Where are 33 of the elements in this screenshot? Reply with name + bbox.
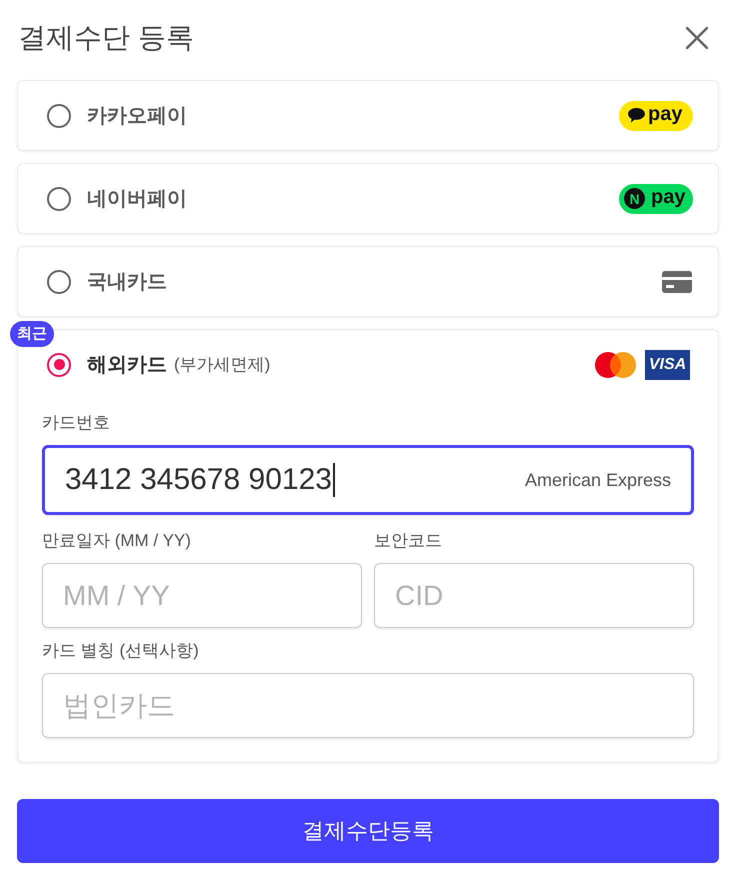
field-label: 카드 별칭 (선택사항) (42, 640, 199, 662)
security-code-input[interactable]: CID (374, 563, 694, 628)
logo-text: pay (648, 104, 682, 127)
field-label: 카드번호 (42, 412, 110, 434)
method-label: 국내카드 (87, 270, 167, 295)
logo-text: pay (651, 187, 686, 210)
radio-button[interactable] (47, 352, 71, 376)
radio-button[interactable] (47, 186, 71, 210)
overlapping-circles-icon (595, 352, 636, 378)
credit-card-icon (662, 270, 692, 292)
dialog-title: 결제수단 등록 (18, 21, 194, 55)
card-brand-label: American Express (524, 470, 671, 490)
logo-letter: N (624, 188, 645, 209)
recent-badge: 최근 (10, 321, 54, 347)
card-nickname-input[interactable]: 법인카드 (42, 673, 694, 738)
method-label: 네이버페이 (87, 187, 187, 212)
method-note: (부가세면제) (174, 354, 270, 376)
radio-button[interactable] (47, 104, 71, 128)
field-label: 만료일자 (MM / YY) (42, 530, 191, 552)
text-cursor-icon (332, 463, 335, 497)
payment-method-card[interactable]: 카카오페이 pay (17, 80, 719, 151)
field-label: 보안코드 (374, 530, 442, 552)
card-number-field[interactable]: 3412 345678 90123 American Express (42, 445, 694, 515)
speech-bubble-icon (628, 108, 645, 123)
radio-button[interactable] (47, 270, 71, 294)
card-brand-logo: VISA (645, 350, 690, 380)
close-icon[interactable] (686, 27, 708, 49)
method-label: 해외카드 (87, 353, 167, 378)
payment-method-card[interactable]: 네이버페이 N pay (17, 163, 719, 234)
expiry-input[interactable]: MM / YY (42, 563, 362, 628)
method-label: 카카오페이 (87, 104, 187, 129)
payment-method-card[interactable]: 국내카드 (17, 246, 719, 317)
register-button[interactable]: 결제수단등록 (17, 799, 719, 863)
